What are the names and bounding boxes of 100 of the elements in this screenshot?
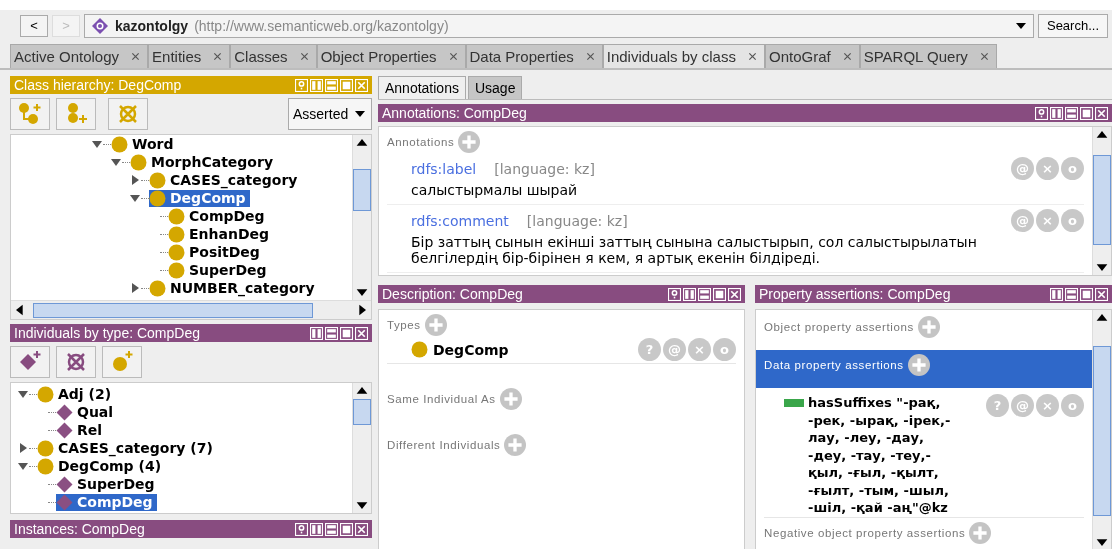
tab[interactable]: SPARQL Query — [859, 44, 997, 68]
section-label: Different Individuals — [387, 439, 501, 451]
tab[interactable]: Entities — [148, 44, 231, 68]
maximize-icon[interactable] — [340, 522, 353, 536]
collapse-arrow-icon[interactable] — [17, 388, 29, 400]
split-vertical-icon[interactable] — [1050, 106, 1063, 120]
expand-arrow-icon[interactable] — [129, 282, 141, 294]
help-icon[interactable] — [668, 287, 681, 301]
individual-icon — [56, 493, 73, 511]
split-vertical-icon[interactable] — [683, 287, 696, 301]
maximize-icon[interactable] — [713, 287, 726, 301]
scroll-thumb[interactable] — [353, 399, 371, 425]
tab[interactable]: Data Properties — [465, 44, 603, 68]
help-icon[interactable] — [295, 522, 308, 536]
data-property-assertion[interactable]: hasSuffixes "-рақ, -рек, -ырақ, -ірек,-лау, -леу, -дау, -деу, -тау, -теу,-қыл, -ғыл, -қылт, -ғылт, -тым, -шыл, -шіл, -қай -аң"@kz — [808, 394, 958, 517]
vertical-scrollbar[interactable] — [352, 383, 371, 513]
tree-item[interactable]: SuperDeg — [56, 475, 159, 493]
language-tag: [language: kz] — [494, 160, 595, 177]
tree-item[interactable]: DegComp — [149, 189, 250, 207]
tree-item[interactable]: DegComp (4) — [37, 457, 166, 475]
tab[interactable]: OntoGraf — [764, 44, 860, 68]
view-mode-dropdown[interactable]: Asserted — [288, 98, 372, 130]
class-icon — [168, 243, 185, 261]
tab[interactable]: Classes — [230, 44, 317, 68]
tree-item[interactable]: Rel — [56, 421, 107, 439]
split-vertical-icon[interactable] — [310, 522, 323, 536]
expand-arrow-icon[interactable] — [17, 442, 29, 454]
ontology-icon — [91, 16, 109, 35]
section-label: Data property assertions — [764, 359, 904, 371]
close-icon[interactable] — [585, 52, 595, 61]
collapse-arrow-icon[interactable] — [17, 460, 29, 472]
tab[interactable]: Individuals by class — [602, 44, 765, 68]
tree-item[interactable]: CompDeg — [168, 207, 269, 225]
tab[interactable]: Usage — [467, 76, 523, 99]
close-icon[interactable] — [213, 52, 223, 61]
section-header[interactable]: Negative object property assertions — [756, 517, 1092, 549]
split-horizontal-icon[interactable] — [1065, 106, 1078, 120]
split-horizontal-icon[interactable] — [1065, 287, 1078, 301]
ontology-field[interactable]: kazontolgy (http://www.semanticweb.org/kazontolgy) — [84, 13, 1034, 38]
split-horizontal-icon[interactable] — [325, 326, 338, 340]
tree-item[interactable]: EnhanDeg — [168, 225, 274, 243]
split-vertical-icon[interactable] — [1050, 287, 1063, 301]
tree-item[interactable]: NUMBER_category — [149, 279, 319, 297]
class-icon — [411, 341, 428, 358]
collapse-arrow-icon[interactable] — [110, 156, 122, 168]
tree-item[interactable]: Adj (2) — [37, 385, 116, 403]
maximize-icon[interactable] — [340, 326, 353, 340]
tree-item[interactable]: MorphCategory — [130, 153, 278, 171]
vertical-scrollbar[interactable] — [1092, 310, 1111, 549]
class-icon — [149, 279, 166, 297]
tab[interactable]: Annotations — [378, 76, 466, 99]
collapse-arrow-icon[interactable] — [129, 192, 141, 204]
add-individual-button[interactable] — [10, 346, 50, 378]
tree-item[interactable]: CompDeg — [56, 493, 157, 511]
maximize-icon[interactable] — [1080, 287, 1093, 301]
collapse-arrow-icon[interactable] — [91, 138, 103, 150]
nav-button[interactable]: < — [20, 14, 48, 37]
panel-title: Instances: CompDeg — [14, 521, 145, 537]
tree-item[interactable]: Qual — [56, 403, 118, 421]
maximize-icon[interactable] — [1080, 106, 1093, 120]
close-icon[interactable] — [747, 52, 757, 61]
close-icon[interactable] — [299, 52, 309, 61]
search-button[interactable]: Search... — [1037, 13, 1108, 38]
tree-item[interactable]: CASES_category — [149, 171, 302, 189]
tree-item[interactable]: Word — [111, 135, 178, 153]
delete-button[interactable] — [56, 346, 96, 378]
split-vertical-icon[interactable] — [310, 326, 323, 340]
class-icon — [168, 225, 185, 243]
section-header[interactable]: Data property assertions — [756, 350, 1092, 388]
scroll-thumb[interactable] — [1093, 155, 1111, 245]
scroll-thumb[interactable] — [353, 169, 371, 211]
split-horizontal-icon[interactable] — [325, 522, 338, 536]
add-icon[interactable] — [907, 354, 930, 376]
tree-item[interactable]: PositDeg — [168, 243, 264, 261]
close-icon[interactable] — [842, 52, 852, 61]
annotation-property[interactable]: rdfs:label — [411, 160, 477, 177]
vertical-scrollbar[interactable] — [1092, 127, 1111, 275]
tree-item[interactable]: CASES_category (7) — [37, 439, 217, 457]
class-icon — [37, 439, 54, 457]
scroll-thumb[interactable] — [1093, 346, 1111, 516]
close-icon[interactable] — [448, 52, 458, 61]
annotation-value: салыстырмалы шырай — [411, 183, 579, 199]
expand-arrow-icon[interactable] — [129, 174, 141, 186]
split-horizontal-icon[interactable] — [698, 287, 711, 301]
class-icon — [130, 153, 147, 171]
type-item[interactable]: DegComp — [433, 341, 509, 358]
section-header[interactable]: Object property assertions — [756, 312, 1092, 350]
horizontal-scrollbar[interactable] — [11, 300, 371, 319]
scroll-thumb[interactable] — [33, 302, 313, 318]
help-icon[interactable] — [1035, 106, 1048, 120]
tree-item[interactable]: SuperDeg — [168, 261, 271, 279]
tab[interactable]: Active Ontology — [10, 44, 149, 68]
tab[interactable]: Object Properties — [316, 44, 466, 68]
annotation-property[interactable]: rdfs:comment — [411, 212, 509, 229]
class-icon — [168, 207, 185, 225]
close-icon[interactable] — [979, 52, 989, 61]
section-label: Types — [387, 319, 421, 331]
individual-icon — [56, 403, 73, 421]
close-icon[interactable] — [131, 52, 141, 61]
vertical-scrollbar[interactable] — [352, 135, 371, 300]
